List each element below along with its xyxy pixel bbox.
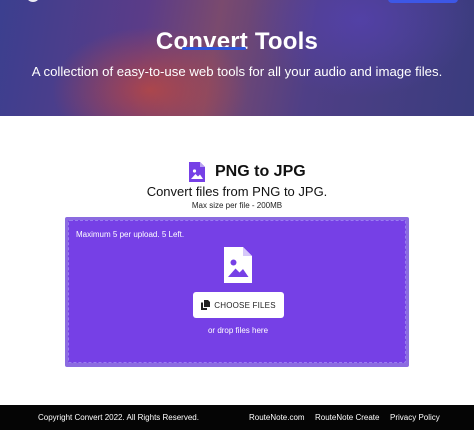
choose-files-label: CHOOSE FILES: [214, 300, 276, 310]
page-subtitle: A collection of easy-to-use web tools fo…: [31, 64, 443, 79]
footer-link-routenote[interactable]: RouteNote.com: [249, 413, 305, 422]
max-file-size: Max size per file - 200MB: [191, 201, 283, 210]
copyright-text: Copyright Convert 2022. All Rights Reser…: [38, 413, 199, 422]
footer-link-privacy-policy[interactable]: Privacy Policy: [390, 413, 440, 422]
drop-hint: or drop files here: [207, 326, 269, 335]
page-title: Convert Tools: [155, 28, 319, 55]
hero-banner: Convert Tools A collection of easy-to-us…: [0, 0, 474, 116]
image-file-icon: [224, 247, 252, 283]
site-logo[interactable]: [26, 0, 40, 2]
title-underline: [182, 47, 246, 50]
dropzone-inner[interactable]: Maximum 5 per upload. 5 Left. CHOOSE FIL…: [68, 220, 406, 363]
footer-link-routenote-create[interactable]: RouteNote Create: [315, 413, 379, 422]
tool-description: Convert files from PNG to JPG.: [146, 184, 328, 199]
upload-limit-text: Maximum 5 per upload. 5 Left.: [76, 230, 185, 239]
image-file-icon: [189, 162, 205, 182]
tool-title: PNG to JPG: [215, 163, 306, 180]
files-icon: [201, 300, 211, 310]
header-button[interactable]: [388, 0, 458, 3]
upload-dropzone[interactable]: Maximum 5 per upload. 5 Left. CHOOSE FIL…: [65, 217, 409, 367]
tool-title-row: PNG to JPG: [188, 160, 306, 184]
choose-files-button[interactable]: CHOOSE FILES: [193, 292, 284, 318]
footer: Copyright Convert 2022. All Rights Reser…: [0, 405, 474, 430]
